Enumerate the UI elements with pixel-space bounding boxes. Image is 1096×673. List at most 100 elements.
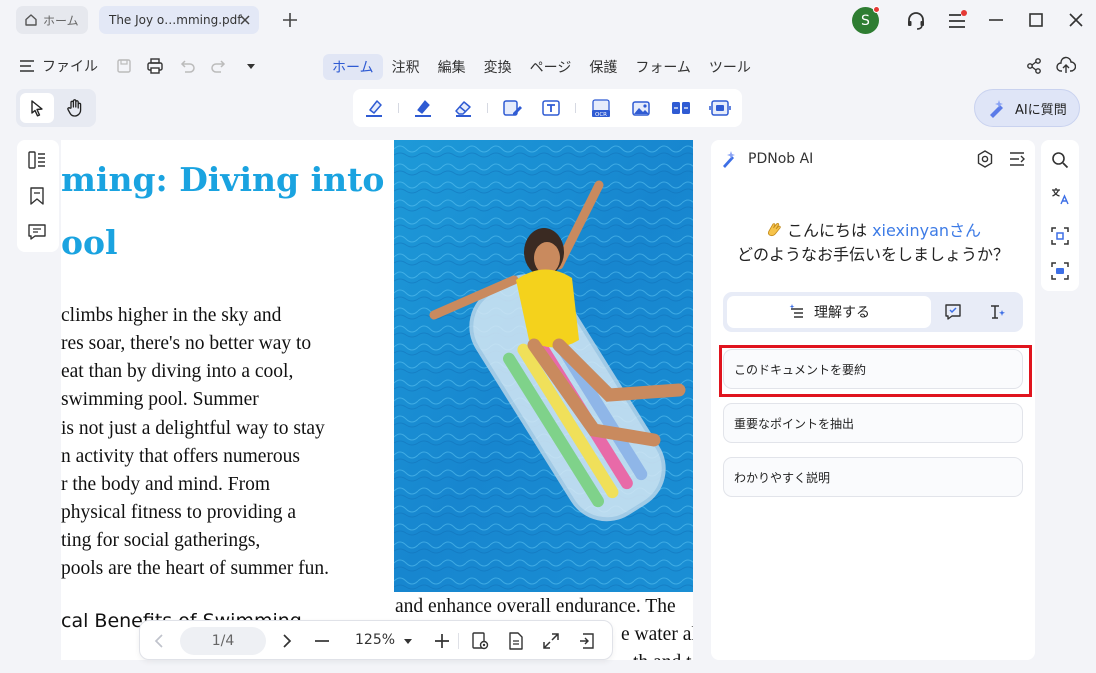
cursor-icon (31, 100, 43, 117)
tab-protect[interactable]: 保護 (580, 54, 626, 80)
headset-icon[interactable] (904, 9, 928, 33)
right-column-line: e water al (621, 624, 693, 645)
ai-settings-icon[interactable] (975, 149, 995, 169)
save-icon[interactable] (115, 57, 133, 75)
left-sidebar (17, 140, 59, 252)
menu-icon[interactable] (945, 9, 969, 33)
text-box-icon[interactable] (540, 97, 562, 119)
underline-pen-icon[interactable] (412, 97, 434, 119)
right-column-line: and enhance overall endurance. The (395, 596, 676, 617)
list-sparkle-icon (788, 303, 806, 321)
pdnob-logo-icon (721, 150, 739, 168)
user-name: xiexinyanさん (872, 221, 982, 240)
ai-chat-mode-icon[interactable] (943, 302, 963, 322)
avatar-letter: S (861, 12, 870, 29)
eraser-icon[interactable] (452, 97, 474, 119)
next-page-icon[interactable] (276, 631, 296, 651)
cloud-upload-icon[interactable] (1056, 56, 1076, 76)
ai-assistant-panel: PDNob AI こんにちは xiexinyanさん どのようなお手伝いをしまし… (711, 140, 1035, 660)
tab-home[interactable]: ホーム (16, 6, 88, 34)
redo-icon[interactable] (210, 57, 228, 75)
body-line: eat than by diving into a cool, (61, 361, 294, 382)
page-number-input[interactable]: 1/4 (180, 627, 266, 655)
suggestion-extract-points[interactable]: 重要なポイントを抽出 (723, 403, 1023, 443)
right-column-line: th and t (633, 652, 692, 660)
share-icon[interactable] (1025, 57, 1043, 75)
screen-record-icon[interactable] (709, 97, 731, 119)
minimize-icon[interactable] (986, 10, 1006, 30)
tab-convert[interactable]: 変換 (475, 54, 521, 80)
body-line: climbs higher in the sky and (61, 305, 282, 326)
right-sidebar (1041, 140, 1079, 291)
ai-mode-understand-tab[interactable]: 理解する (727, 296, 931, 328)
edit-text-icon[interactable] (501, 97, 523, 119)
body-line: res soar, there's no better way to (61, 333, 312, 354)
screen-capture-icon[interactable] (1050, 261, 1070, 281)
thumbnails-icon[interactable] (27, 150, 47, 170)
body-line: swimming pool. Summer (61, 389, 259, 410)
tab-document[interactable]: The Joy o…mming.pdf (99, 6, 259, 34)
previous-page-icon[interactable] (150, 631, 170, 651)
body-line: pools are the heart of summer fun. (61, 558, 330, 579)
close-tab-icon[interactable] (237, 12, 253, 28)
image-icon[interactable] (630, 97, 652, 119)
crop-icon[interactable] (1050, 226, 1070, 246)
view-mode-icon[interactable] (470, 631, 490, 651)
print-icon[interactable] (146, 57, 164, 75)
highlight-icon[interactable] (363, 97, 385, 119)
tab-annotate[interactable]: 注釈 (383, 54, 429, 80)
pool-photo (394, 140, 693, 592)
body-line: n activity that offers numerous (61, 446, 300, 467)
zoom-out-icon[interactable] (312, 631, 332, 651)
quick-access-dropdown-icon[interactable] (245, 60, 257, 72)
ocr-icon[interactable]: OCR (590, 97, 612, 119)
page-navigation-bar: 1/4 125% (139, 620, 613, 660)
suggestion-explain-simply[interactable]: わかりやすく説明 (723, 457, 1023, 497)
avatar[interactable]: S (852, 6, 880, 34)
tab-home-label: ホーム (43, 13, 79, 28)
tab-page[interactable]: ページ (521, 54, 581, 80)
collapse-toolbar-icon[interactable] (577, 631, 597, 651)
ai-spark-icon (987, 98, 1007, 118)
ai-mode-understand-label: 理解する (814, 305, 870, 321)
bookmark-icon[interactable] (27, 186, 47, 206)
body-line: physical fitness to providing a (61, 502, 297, 523)
file-menu[interactable]: ファイル (18, 56, 98, 76)
comment-icon[interactable] (27, 222, 47, 242)
translate-icon[interactable] (1050, 186, 1070, 206)
mode-toggle-group (16, 89, 96, 127)
body-line: r the body and mind. From (61, 474, 271, 495)
highlight-annotation-box (719, 345, 1032, 397)
search-icon[interactable] (1050, 150, 1070, 170)
file-menu-label: ファイル (42, 59, 98, 75)
svg-text:OCR: OCR (595, 112, 607, 118)
doc-title-line-1: ming: Diving into (61, 160, 385, 199)
hamburger-icon (18, 57, 36, 75)
hand-icon (67, 99, 82, 117)
ai-write-mode-icon[interactable] (987, 302, 1007, 322)
tab-form[interactable]: フォーム (626, 54, 700, 80)
select-tool-button[interactable] (20, 93, 54, 123)
zoom-in-icon[interactable] (432, 631, 452, 651)
page-layout-icon[interactable] (506, 631, 526, 651)
ask-ai-button[interactable]: AIに質問 (974, 89, 1080, 127)
tab-tools[interactable]: ツール (700, 54, 760, 80)
quick-tools-group: OCR (353, 89, 742, 127)
ask-ai-label: AIに質問 (1015, 102, 1067, 118)
notification-dot (873, 6, 880, 13)
add-tab-icon[interactable] (280, 10, 300, 30)
zoom-level[interactable]: 125% (355, 632, 395, 648)
pdf-page: ming: Diving into ool climbs higher in t… (61, 140, 693, 660)
zoom-dropdown-icon[interactable] (403, 636, 413, 646)
tab-home-ribbon[interactable]: ホーム (323, 54, 383, 80)
maximize-icon[interactable] (1026, 10, 1046, 30)
tab-edit[interactable]: 編集 (429, 54, 475, 80)
body-line: ting for social gatherings, (61, 530, 261, 551)
collapse-panel-icon[interactable] (1007, 149, 1027, 169)
ai-panel-title: PDNob AI (748, 151, 814, 167)
compare-icon[interactable] (670, 97, 692, 119)
fullscreen-icon[interactable] (541, 631, 561, 651)
undo-icon[interactable] (178, 57, 196, 75)
close-window-icon[interactable] (1066, 10, 1086, 30)
hand-tool-button[interactable] (58, 93, 92, 123)
